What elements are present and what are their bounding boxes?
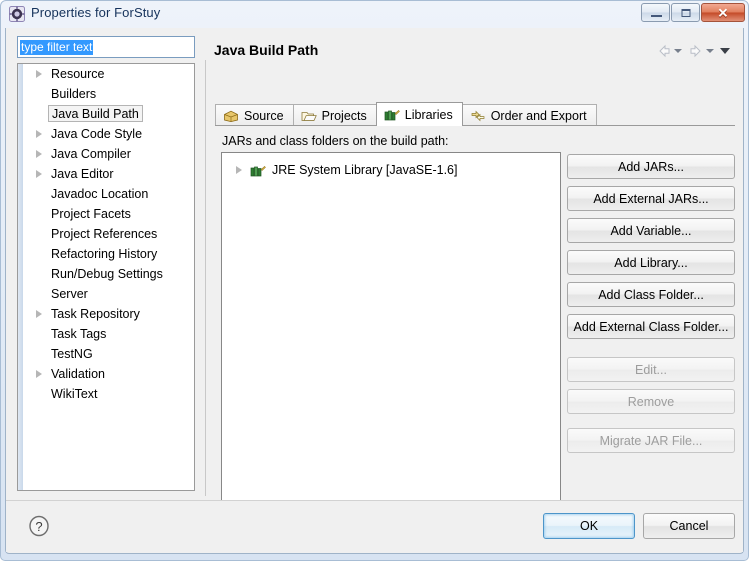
page-title: Java Build Path <box>214 42 319 58</box>
sidebar-item-refactoring-history[interactable]: Refactoring History <box>18 244 194 264</box>
sidebar-item-label: Resource <box>51 67 105 81</box>
minimize-button[interactable] <box>641 3 670 22</box>
sidebar-item-validation[interactable]: Validation <box>18 364 194 384</box>
back-arrow-icon[interactable] <box>656 44 672 58</box>
sidebar-item-label: Java Editor <box>51 167 114 181</box>
title-bar[interactable]: Properties for ForStuy ✕ <box>1 1 748 28</box>
expand-triangle-icon[interactable] <box>36 370 42 378</box>
sidebar-item-project-facets[interactable]: Project Facets <box>18 204 194 224</box>
dialog-client: type filter text Resource Builders Java Bu… <box>5 28 744 554</box>
sidebar-item-label: Java Build Path <box>48 105 143 122</box>
sidebar-item-testng[interactable]: TestNG <box>18 344 194 364</box>
tab-label: Libraries <box>404 107 453 122</box>
tab-label: Order and Export <box>490 108 587 123</box>
maximize-button[interactable] <box>671 3 700 22</box>
add-class-folder-button[interactable]: Add Class Folder... <box>567 282 735 307</box>
list-item-label: JRE System Library [JavaSE-1.6] <box>272 163 458 177</box>
add-external-class-folder-button[interactable]: Add External Class Folder... <box>567 314 735 339</box>
tab-source[interactable]: Source <box>215 104 294 126</box>
library-books-icon <box>250 163 266 177</box>
sidebar-item-label: Run/Debug Settings <box>51 267 163 281</box>
close-icon: ✕ <box>717 5 729 20</box>
tabs-underline <box>215 125 735 126</box>
svg-text:?: ? <box>35 519 42 534</box>
tab-libraries[interactable]: Libraries <box>375 102 463 126</box>
sidebar-item-label: TestNG <box>51 347 93 361</box>
sidebar-item-label: Project References <box>51 227 158 241</box>
properties-dialog-window: Properties for ForStuy ✕ type filter tex… <box>0 0 749 561</box>
sidebar-item-label: Task Repository <box>51 307 140 321</box>
search-input[interactable]: type filter text <box>17 36 195 58</box>
library-books-icon <box>384 108 400 122</box>
sidebar-item-project-references[interactable]: Project References <box>18 224 194 244</box>
sidebar-item-label: Java Code Style <box>51 127 143 141</box>
sidebar-item-task-tags[interactable]: Task Tags <box>18 324 194 344</box>
sidebar-item-label: WikiText <box>51 387 98 401</box>
forward-arrow-icon[interactable] <box>688 44 704 58</box>
sidebar-item-resource[interactable]: Resource <box>18 64 194 84</box>
tab-label: Source <box>244 108 284 123</box>
sidebar-item-run-debug-settings[interactable]: Run/Debug Settings <box>18 264 194 284</box>
tab-order-and-export[interactable]: Order and Export <box>461 104 597 126</box>
sidebar-item-label: Task Tags <box>51 327 107 341</box>
sidebar-item-label: Server <box>51 287 88 301</box>
list-label: JARs and class folders on the build path… <box>222 134 449 148</box>
menu-chevron-down-icon[interactable] <box>720 48 730 54</box>
add-library-button[interactable]: Add Library... <box>567 250 735 275</box>
sidebar-item-label: Javadoc Location <box>51 187 149 201</box>
expand-triangle-icon[interactable] <box>36 150 42 158</box>
sidebar-item-label: Refactoring History <box>51 247 158 261</box>
cancel-button[interactable]: Cancel <box>643 513 735 539</box>
list-item[interactable]: JRE System Library [JavaSE-1.6] <box>222 159 560 181</box>
settings-tree[interactable]: Resource Builders Java Build Path Java Code… <box>17 63 195 491</box>
window-title: Properties for ForStuy <box>31 5 161 20</box>
expand-triangle-icon[interactable] <box>36 70 42 78</box>
edit-button: Edit... <box>567 357 735 382</box>
open-folder-icon <box>301 109 317 123</box>
dialog-footer: ? OK Cancel <box>6 501 743 552</box>
close-button[interactable]: ✕ <box>701 3 745 22</box>
add-variable-button[interactable]: Add Variable... <box>567 218 735 243</box>
sidebar-item-label: Java Compiler <box>51 147 131 161</box>
minimize-icon <box>651 15 662 17</box>
expand-triangle-icon[interactable] <box>36 130 42 138</box>
tab-projects[interactable]: Projects <box>292 104 377 126</box>
help-question-icon[interactable]: ? <box>28 515 50 537</box>
sidebar-item-label: Project Facets <box>51 207 131 221</box>
expand-triangle-icon[interactable] <box>236 166 242 174</box>
forward-dropdown-chevron-down-icon[interactable] <box>706 49 714 53</box>
expand-triangle-icon[interactable] <box>36 170 42 178</box>
sidebar-item-builders[interactable]: Builders <box>18 84 194 104</box>
panel-divider <box>205 60 206 496</box>
sidebar-item-java-code-style[interactable]: Java Code Style <box>18 124 194 144</box>
filter-input-value: type filter text <box>20 40 94 55</box>
sidebar-item-server[interactable]: Server <box>18 284 194 304</box>
add-external-jars-button[interactable]: Add External JARs... <box>567 186 735 211</box>
sidebar-item-label: Builders <box>51 87 97 101</box>
remove-button: Remove <box>567 389 735 414</box>
expand-triangle-icon[interactable] <box>36 310 42 318</box>
build-path-actions: Add JARs... Add External JARs... Add Varia… <box>567 154 735 460</box>
add-jars-button[interactable]: Add JARs... <box>567 154 735 179</box>
maximize-icon <box>681 8 690 17</box>
sidebar-item-label: Validation <box>51 367 105 381</box>
build-path-tabs: Source Projects Libraries Order and Export <box>215 102 597 126</box>
page-navigation <box>656 42 730 60</box>
eclipse-properties-icon <box>9 6 25 22</box>
sidebar-item-java-compiler[interactable]: Java Compiler <box>18 144 194 164</box>
sidebar-item-java-build-path[interactable]: Java Build Path <box>18 104 194 124</box>
source-package-icon <box>223 109 239 123</box>
ok-button[interactable]: OK <box>543 513 635 539</box>
dialog-content-area: type filter text Resource Builders Java Bu… <box>9 30 740 513</box>
sidebar-item-javadoc-location[interactable]: Javadoc Location <box>18 184 194 204</box>
build-path-list[interactable]: JRE System Library [JavaSE-1.6] <box>221 152 561 513</box>
sidebar-item-java-editor[interactable]: Java Editor <box>18 164 194 184</box>
back-dropdown-chevron-down-icon[interactable] <box>674 49 682 53</box>
sidebar-item-wikitext[interactable]: WikiText <box>18 384 194 404</box>
sidebar-item-task-repository[interactable]: Task Repository <box>18 304 194 324</box>
tab-label: Projects <box>321 108 367 123</box>
migrate-jar-file-button: Migrate JAR File... <box>567 428 735 453</box>
order-export-icon <box>470 109 486 123</box>
